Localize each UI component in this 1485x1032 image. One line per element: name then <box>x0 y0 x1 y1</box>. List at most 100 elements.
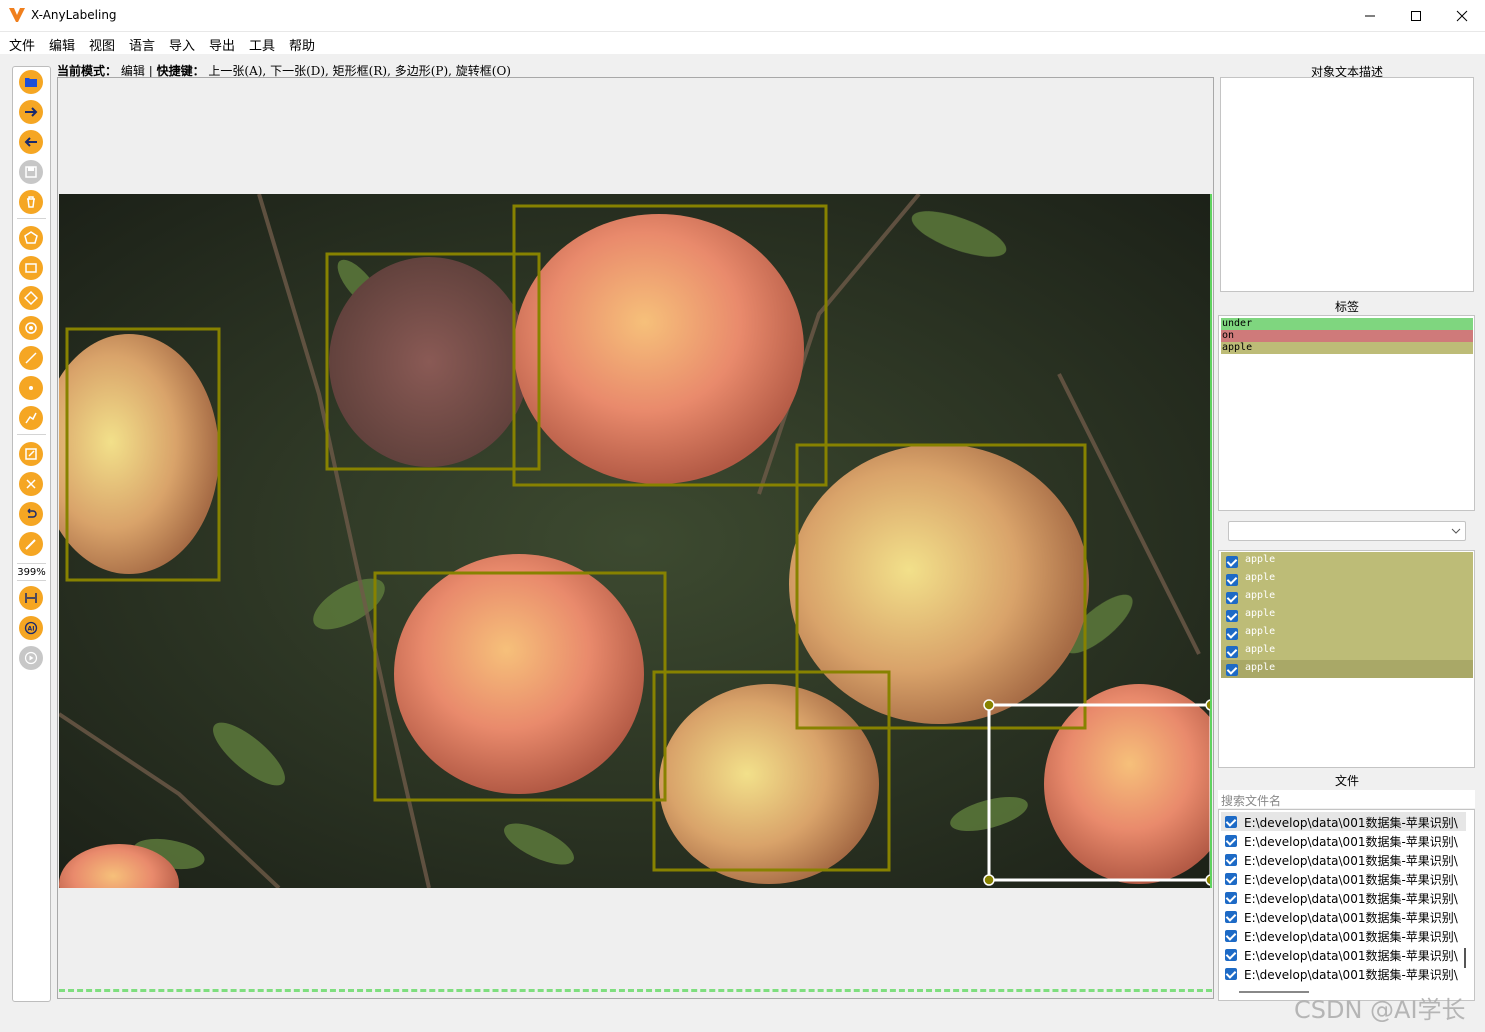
ai-button[interactable]: AI <box>19 616 43 640</box>
file-search-input[interactable]: 搜索文件名 <box>1218 790 1475 808</box>
shape-item-selected[interactable]: apple <box>1221 660 1473 678</box>
linestrip-icon <box>25 412 37 424</box>
file-item[interactable]: E:\develop\data\001数据集-苹果识别\ <box>1221 831 1466 850</box>
right-panel: 对象文本描述 标签 under on apple apple apple app… <box>1218 54 1478 1004</box>
label-item-on[interactable]: on <box>1221 330 1473 342</box>
edit-button[interactable] <box>19 442 43 466</box>
file-item[interactable]: E:\develop\data\001数据集-苹果识别\ <box>1221 907 1466 926</box>
menu-view[interactable]: 视图 <box>89 35 115 54</box>
prev-image-button[interactable] <box>19 130 43 154</box>
delete-file-icon <box>27 196 35 208</box>
file-checkbox[interactable] <box>1225 930 1237 942</box>
point-icon <box>29 386 33 390</box>
file-path: E:\develop\data\001数据集-苹果识别\ <box>1244 968 1458 982</box>
shape-visible-checkbox[interactable] <box>1226 592 1238 604</box>
brush-button[interactable] <box>19 532 43 556</box>
title-bar: X-AnyLabeling <box>0 0 1485 32</box>
menu-language[interactable]: 语言 <box>129 35 155 54</box>
apple-photo[interactable] <box>59 194 1211 888</box>
file-checkbox[interactable] <box>1225 835 1237 847</box>
maximize-button[interactable] <box>1393 0 1439 32</box>
labels-title: 标签 <box>1334 300 1359 314</box>
rotation-button[interactable] <box>19 286 43 310</box>
label-item-under[interactable]: under <box>1221 318 1473 330</box>
menu-export[interactable]: 导出 <box>209 35 235 54</box>
shape-visible-checkbox[interactable] <box>1226 664 1238 676</box>
file-item[interactable]: E:\develop\data\001数据集-苹果识别\ <box>1221 964 1466 983</box>
polygon-button[interactable] <box>19 226 43 250</box>
file-item[interactable]: E:\develop\data\001数据集-苹果识别\ <box>1221 869 1466 888</box>
file-checkbox[interactable] <box>1225 873 1237 885</box>
circle-icon <box>25 322 37 334</box>
description-textarea[interactable] <box>1220 77 1474 292</box>
file-item[interactable]: E:\develop\data\001数据集-苹果识别\ <box>1221 850 1466 869</box>
delete-shape-button[interactable] <box>19 472 43 496</box>
menu-edit[interactable]: 编辑 <box>49 35 75 54</box>
file-checkbox[interactable] <box>1225 911 1237 923</box>
image-canvas[interactable] <box>57 77 1214 999</box>
file-checkbox[interactable] <box>1225 968 1237 980</box>
point-button[interactable] <box>19 376 43 400</box>
shape-item[interactable]: apple <box>1221 606 1473 624</box>
line-icon <box>25 352 37 364</box>
shape-visible-checkbox[interactable] <box>1226 610 1238 622</box>
run-button[interactable] <box>19 646 43 670</box>
file-path: E:\develop\data\001数据集-苹果识别\ <box>1244 873 1458 887</box>
shape-item[interactable]: apple <box>1221 624 1473 642</box>
menu-tools[interactable]: 工具 <box>249 35 275 54</box>
shape-visible-checkbox[interactable] <box>1226 646 1238 658</box>
edit-icon <box>25 448 37 460</box>
circle-button[interactable] <box>19 316 43 340</box>
shape-visible-checkbox[interactable] <box>1226 628 1238 640</box>
shortcut-label: 快捷键： <box>156 64 205 78</box>
file-list[interactable]: E:\develop\data\001数据集-苹果识别\ E:\develop\… <box>1218 809 1475 1001</box>
close-button[interactable] <box>1439 0 1485 32</box>
shape-item[interactable]: apple <box>1221 570 1473 588</box>
app-logo-icon <box>9 8 25 22</box>
open-folder-button[interactable] <box>19 70 43 94</box>
shape-visible-checkbox[interactable] <box>1226 556 1238 568</box>
shape-item[interactable]: apple <box>1221 588 1473 606</box>
shape-label: apple <box>1245 662 1276 673</box>
next-image-button[interactable] <box>19 100 43 124</box>
file-item[interactable]: E:\develop\data\001数据集-苹果识别\ <box>1221 812 1466 831</box>
file-item[interactable]: E:\develop\data\001数据集-苹果识别\ <box>1221 926 1466 945</box>
menu-import[interactable]: 导入 <box>169 35 195 54</box>
shape-label: apple <box>1245 644 1276 655</box>
window-title: X-AnyLabeling <box>31 8 117 22</box>
undo-button[interactable] <box>19 502 43 526</box>
label-item-apple[interactable]: apple <box>1221 342 1473 354</box>
fit-width-button[interactable] <box>19 586 43 610</box>
file-path: E:\develop\data\001数据集-苹果识别\ <box>1244 835 1458 849</box>
delete-file-button[interactable] <box>19 190 43 214</box>
file-path: E:\develop\data\001数据集-苹果识别\ <box>1244 949 1458 963</box>
save-button[interactable] <box>19 160 43 184</box>
shape-item[interactable]: apple <box>1221 552 1473 570</box>
file-checkbox[interactable] <box>1225 949 1237 961</box>
zoom-level[interactable]: 399% <box>13 567 50 578</box>
mode-label: 当前模式： <box>57 64 118 78</box>
menu-bar: 文件 编辑 视图 语言 导入 导出 工具 帮助 <box>0 32 1485 54</box>
polygon-icon <box>24 231 38 244</box>
brush-icon <box>25 539 36 550</box>
file-checkbox[interactable] <box>1225 854 1237 866</box>
linestrip-button[interactable] <box>19 406 43 430</box>
shape-visible-checkbox[interactable] <box>1226 574 1238 586</box>
file-checkbox[interactable] <box>1225 816 1237 828</box>
label-list[interactable]: under on apple <box>1218 315 1475 511</box>
file-item[interactable]: E:\develop\data\001数据集-苹果识别\ <box>1221 945 1466 964</box>
file-item[interactable]: E:\develop\data\001数据集-苹果识别\ <box>1221 888 1466 907</box>
file-list-scrollbar[interactable] <box>1464 948 1466 968</box>
menu-help[interactable]: 帮助 <box>289 35 315 54</box>
file-checkbox[interactable] <box>1225 892 1237 904</box>
minimize-icon <box>1365 15 1375 17</box>
rectangle-button[interactable] <box>19 256 43 280</box>
shape-list[interactable]: apple apple apple apple apple apple appl… <box>1218 550 1475 768</box>
shape-item[interactable]: apple <box>1221 642 1473 660</box>
group-id-dropdown[interactable] <box>1228 521 1466 541</box>
file-path: E:\develop\data\001数据集-苹果识别\ <box>1244 854 1458 868</box>
rotation-icon <box>24 291 38 305</box>
menu-file[interactable]: 文件 <box>9 35 35 54</box>
line-button[interactable] <box>19 346 43 370</box>
minimize-button[interactable] <box>1347 0 1393 32</box>
